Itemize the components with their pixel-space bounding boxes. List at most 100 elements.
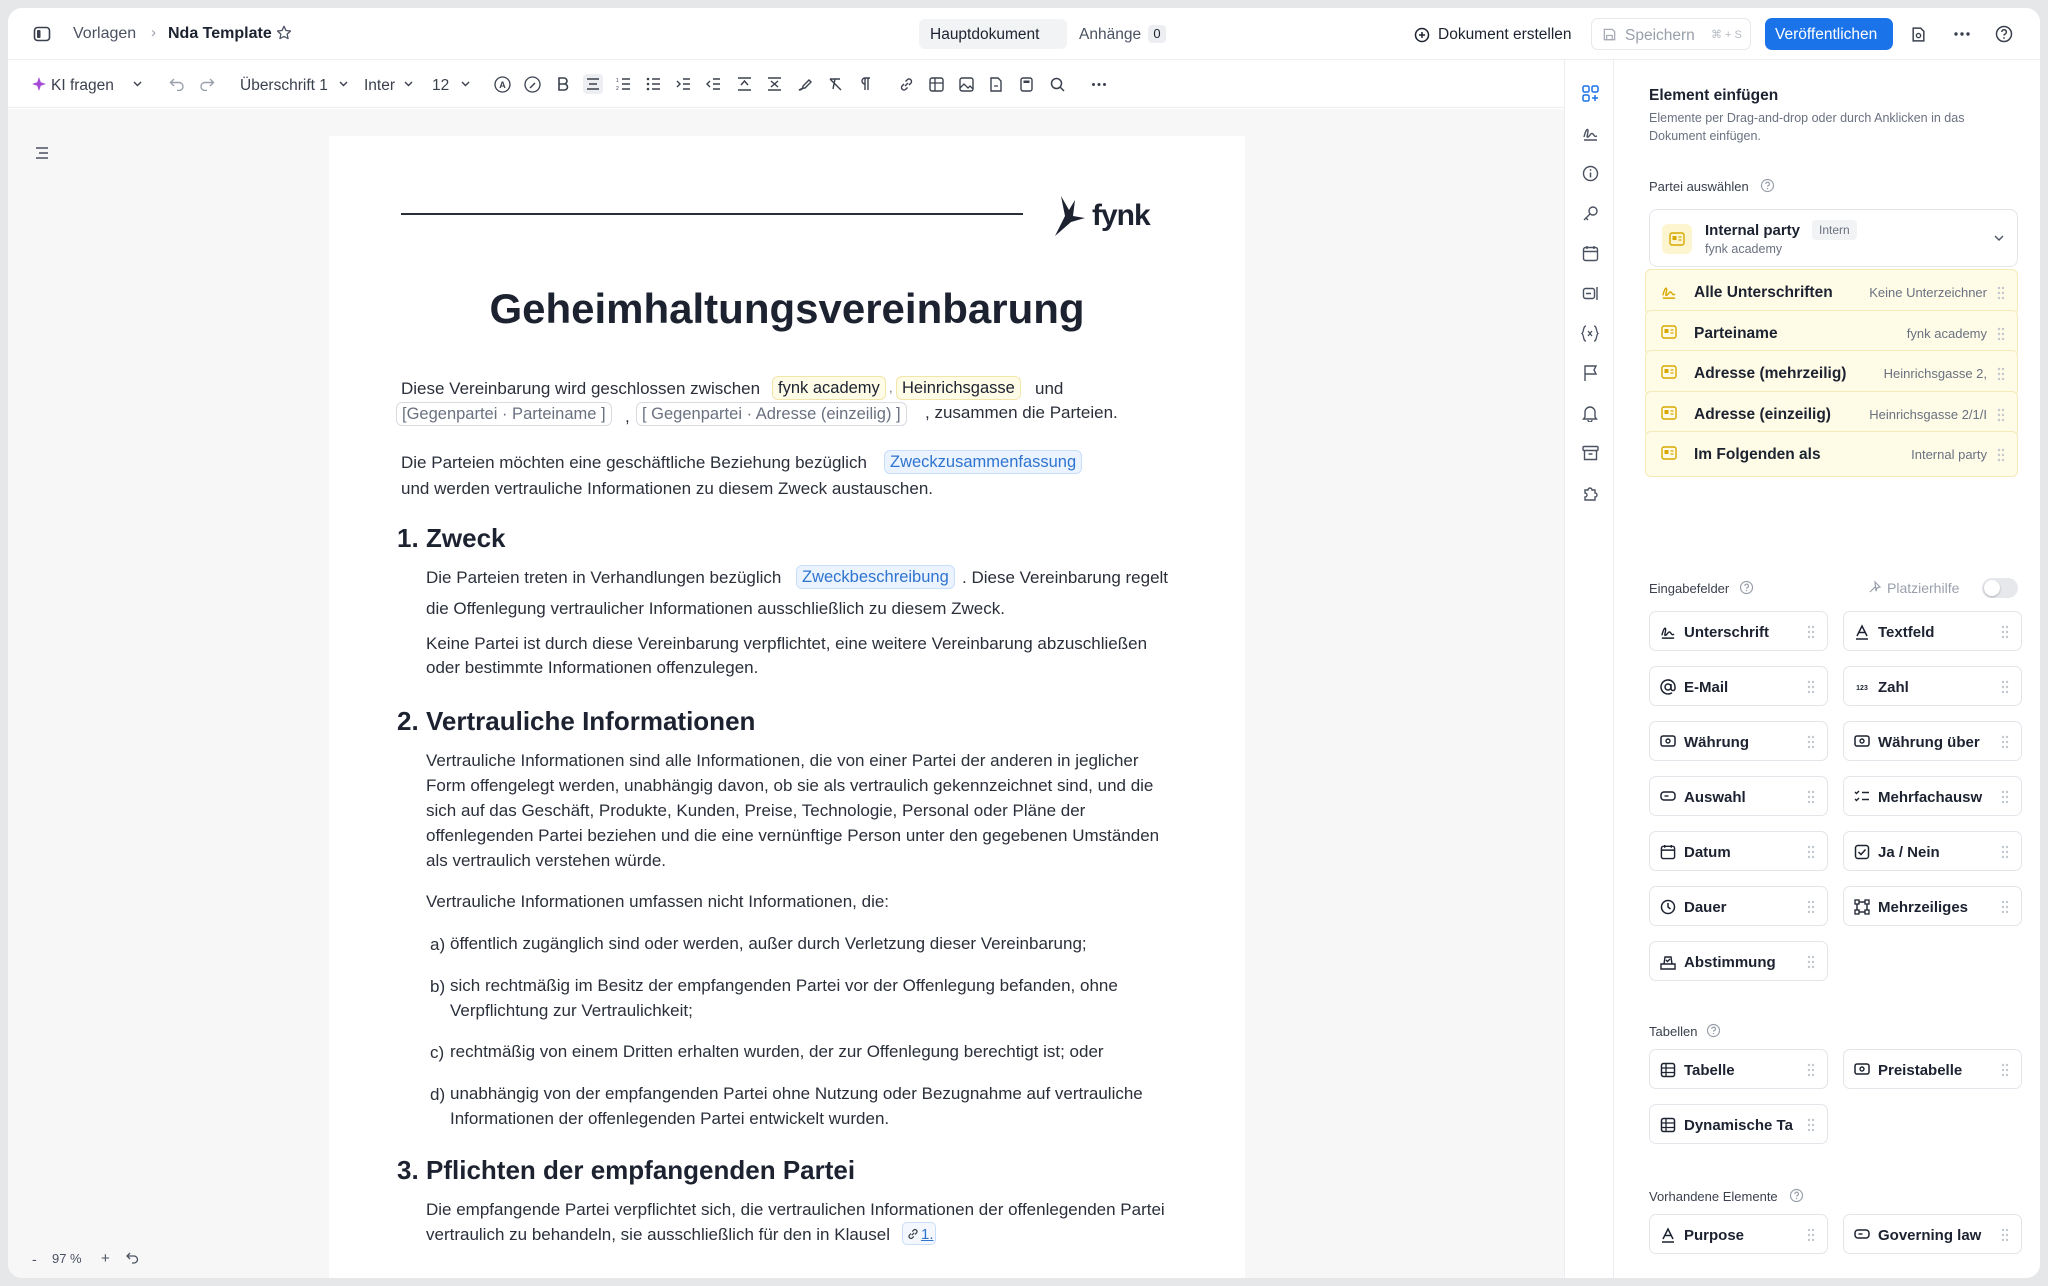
zoom-out-button[interactable]: - <box>32 1252 37 1266</box>
field-e-mail[interactable]: E-Mail <box>1649 666 1828 706</box>
drag-handle-icon[interactable] <box>1807 1228 1815 1242</box>
field-abstimmung[interactable]: Abstimmung <box>1649 941 1828 981</box>
clear-format-icon[interactable] <box>825 74 845 94</box>
field-mehrzeiliges[interactable]: Mehrzeiliges <box>1843 886 2022 926</box>
drag-handle-icon[interactable] <box>1997 408 2005 422</box>
tab-main-document[interactable]: Hauptdokument <box>919 19 1067 49</box>
drag-handle-icon[interactable] <box>2001 735 2009 749</box>
bold-icon[interactable] <box>553 74 573 94</box>
drag-handle-icon[interactable] <box>2001 900 2009 914</box>
field-dauer[interactable]: Dauer <box>1649 886 1828 926</box>
info-icon[interactable] <box>1580 163 1600 183</box>
drag-handle-icon[interactable] <box>1807 900 1815 914</box>
party-field-parteiname[interactable]: Parteiname fynk academy <box>1645 309 2018 356</box>
drag-handle-icon[interactable] <box>2001 845 2009 859</box>
drag-handle-icon[interactable] <box>1807 1063 1815 1077</box>
drag-handle-icon[interactable] <box>1997 448 2005 462</box>
more-icon[interactable] <box>1952 24 1972 44</box>
text-color-icon[interactable]: A <box>492 74 512 94</box>
breadcrumb-root[interactable]: Vorlagen <box>73 26 136 42</box>
field-zahl[interactable]: 123 Zahl <box>1843 666 2022 706</box>
drag-handle-icon[interactable] <box>1807 625 1815 639</box>
party1-name-placeholder[interactable]: fynk academy <box>772 376 886 400</box>
field-datum[interactable]: Datum <box>1649 831 1828 871</box>
drag-handle-icon[interactable] <box>1807 790 1815 804</box>
font-size-select[interactable]: 12 <box>424 70 476 98</box>
drag-handle-icon[interactable] <box>1997 327 2005 341</box>
party-field-im-folgenden-als[interactable]: Im Folgenden als Internal party <box>1645 431 2018 477</box>
puzzle-icon[interactable] <box>1580 483 1600 503</box>
publish-button[interactable]: Veröffentlichen <box>1765 18 1893 50</box>
insert-table-icon[interactable] <box>926 74 946 94</box>
calendar-icon[interactable] <box>1580 243 1600 263</box>
field-governing-law[interactable]: Governing law <box>1843 1214 2022 1254</box>
field-tabelle[interactable]: Tabelle <box>1649 1049 1828 1089</box>
flag-icon[interactable] <box>1580 363 1600 383</box>
party1-address-placeholder[interactable]: Heinrichsgasse <box>896 376 1021 400</box>
sidebar-toggle-icon[interactable] <box>32 24 52 44</box>
drag-handle-icon[interactable] <box>2001 1063 2009 1077</box>
insert-image-icon[interactable] <box>956 74 976 94</box>
help-icon[interactable] <box>1760 178 1775 193</box>
field-purpose[interactable]: Purpose <box>1649 1214 1828 1254</box>
outdent-icon[interactable] <box>703 74 723 94</box>
purpose-description-placeholder[interactable]: Zweckbeschreibung <box>796 565 955 589</box>
field-preistabelle[interactable]: Preistabelle <box>1843 1049 2022 1089</box>
pilcrow-icon[interactable] <box>855 74 875 94</box>
outline-toggle-icon[interactable] <box>33 144 51 162</box>
drag-handle-icon[interactable] <box>2001 625 2009 639</box>
form-field-icon[interactable] <box>1580 283 1600 303</box>
key-icon[interactable] <box>1580 203 1600 223</box>
party-select-dropdown[interactable]: Internal party Intern fynk academy <box>1649 209 2018 267</box>
heading-select[interactable]: Überschrift 1 <box>232 70 352 98</box>
indent-icon[interactable] <box>673 74 693 94</box>
bell-icon[interactable] <box>1580 403 1600 423</box>
field-währung-über[interactable]: Währung über <box>1843 721 2022 761</box>
drag-handle-icon[interactable] <box>2001 680 2009 694</box>
party2-address-placeholder[interactable]: [ Gegenpartei · Adresse (einzeilig) ] <box>636 402 907 426</box>
tab-attachments[interactable]: Anhänge 0 <box>1069 19 1169 49</box>
help-icon[interactable] <box>1706 1023 1721 1038</box>
ai-ask-button[interactable]: KI fragen <box>30 70 148 98</box>
link-icon[interactable] <box>896 74 916 94</box>
zoom-in-button[interactable]: + <box>101 1251 110 1266</box>
help-icon[interactable] <box>1789 1188 1804 1203</box>
insert-elements-icon[interactable] <box>1580 83 1600 103</box>
format-painter-icon[interactable] <box>794 74 814 94</box>
drag-handle-icon[interactable] <box>1997 367 2005 381</box>
variable-icon[interactable] <box>1580 323 1600 343</box>
drag-handle-icon[interactable] <box>1997 286 2005 300</box>
ordered-list-icon[interactable]: 12 <box>613 74 633 94</box>
signature-icon[interactable] <box>1580 123 1600 143</box>
field-ja-nein[interactable]: Ja / Nein <box>1843 831 2022 871</box>
drag-handle-icon[interactable] <box>2001 790 2009 804</box>
create-document-button[interactable]: Dokument erstellen <box>1405 19 1585 49</box>
document-page[interactable]: fynk Geheimhaltungsvereinbarung Diese Ve… <box>329 136 1245 1278</box>
spacing-below-icon[interactable] <box>764 74 784 94</box>
highlight-icon[interactable] <box>522 74 542 94</box>
party2-name-placeholder[interactable]: [Gegenpartei · Parteiname ] <box>396 402 612 426</box>
help-icon[interactable] <box>1739 580 1754 595</box>
field-textfeld[interactable]: Textfeld <box>1843 611 2022 651</box>
field-dynamische-ta[interactable]: Dynamische Ta <box>1649 1104 1828 1144</box>
reset-zoom-icon[interactable] <box>126 1252 139 1264</box>
align-center-icon[interactable] <box>583 74 603 94</box>
party-field-alle-unterschriften[interactable]: Alle Unterschriften Keine Unterzeichner <box>1645 269 2018 315</box>
drag-handle-icon[interactable] <box>1807 1118 1815 1132</box>
clause-reference-link[interactable]: 1. <box>902 1222 936 1245</box>
field-auswahl[interactable]: Auswahl <box>1649 776 1828 816</box>
insert-file-icon[interactable] <box>986 74 1006 94</box>
purpose-summary-placeholder[interactable]: Zweckzusammenfassung <box>884 450 1083 474</box>
star-icon[interactable] <box>274 23 294 43</box>
party-field-adresse-mehrzeilig[interactable]: Adresse (mehrzeilig) Heinrichsgasse 2, <box>1645 350 2018 396</box>
field-mehrfachausw[interactable]: Mehrfachausw <box>1843 776 2022 816</box>
save-button[interactable]: Speichern ⌘ + S <box>1591 18 1751 50</box>
spacing-above-icon[interactable] <box>734 74 754 94</box>
drag-handle-icon[interactable] <box>1807 955 1815 969</box>
placement-help-toggle[interactable] <box>1982 578 2018 598</box>
drag-handle-icon[interactable] <box>1807 680 1815 694</box>
calculator-icon[interactable] <box>1016 74 1036 94</box>
drag-handle-icon[interactable] <box>1807 735 1815 749</box>
field-währung[interactable]: Währung <box>1649 721 1828 761</box>
redo-icon[interactable] <box>198 75 216 93</box>
